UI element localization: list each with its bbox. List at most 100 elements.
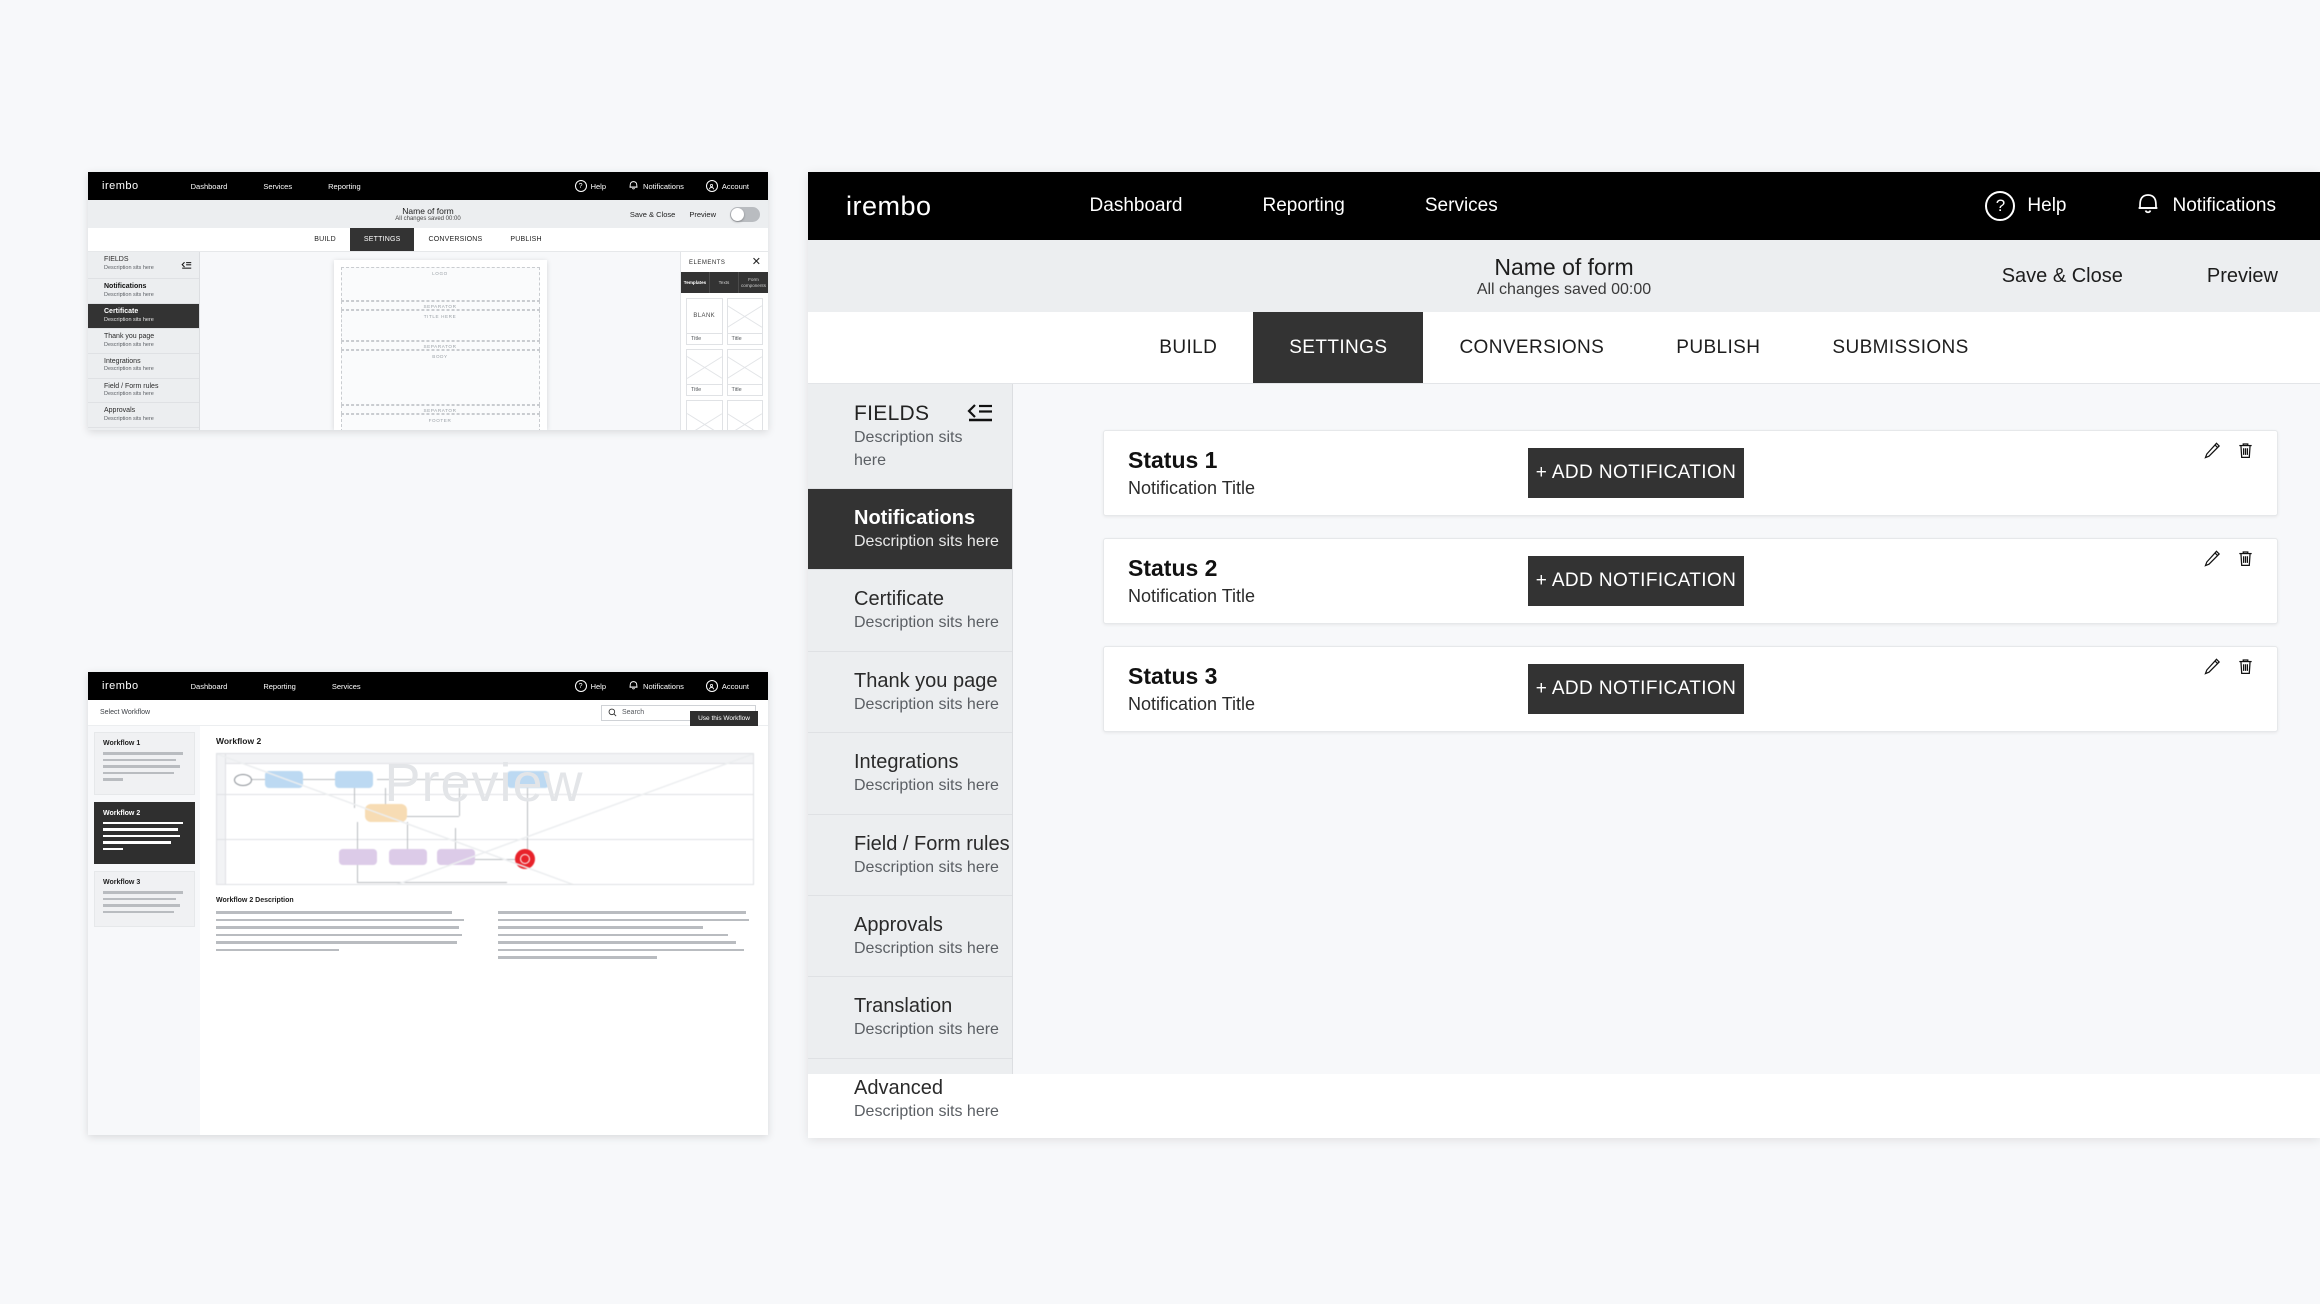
sidebar-item-field-form-rules[interactable]: Field / Form rules Description sits here: [808, 815, 1012, 897]
pencil-icon[interactable]: [2203, 549, 2222, 568]
sidebar-item-fields[interactable]: FIELDS Description sits here: [808, 384, 1012, 490]
preview-button[interactable]: Preview: [2165, 265, 2320, 288]
workflow-list-item[interactable]: Workflow 1: [94, 732, 195, 795]
sidebar-item-desc: Description sits here: [854, 533, 999, 551]
sidebar-item-field-form-rules[interactable]: Field / Form rules Description sits here: [88, 379, 199, 404]
template-card[interactable]: BLANK Title: [686, 298, 723, 345]
help-button[interactable]: ? Help: [1951, 191, 2100, 221]
settings-body: FIELDS Description sits here Notificatio…: [808, 384, 2320, 1120]
sidebar-item-approvals[interactable]: Approvals Description sits here: [808, 896, 1012, 978]
form-actions: Save & Close Preview: [1960, 265, 2320, 288]
nav-link-dashboard[interactable]: Dashboard: [173, 182, 246, 191]
trash-icon[interactable]: [2236, 657, 2255, 676]
template-card[interactable]: Title: [726, 298, 763, 345]
workflow-list-item[interactable]: Workflow 2: [94, 801, 195, 864]
notifications-button[interactable]: Notifications: [2101, 189, 2311, 223]
nav-link-services[interactable]: Services: [245, 182, 310, 191]
template-card[interactable]: Title: [686, 349, 723, 396]
sidebar-item-desc: Description sits here: [104, 291, 154, 298]
nav-link-services[interactable]: Services: [314, 682, 379, 691]
sidebar-item-label: FIELDS: [104, 256, 129, 263]
workflow-list-item[interactable]: Workflow 3: [94, 871, 195, 927]
tab-form-components[interactable]: Form components: [739, 272, 768, 293]
pencil-icon[interactable]: [2203, 657, 2222, 676]
use-this-workflow-button[interactable]: Use this Workflow: [690, 711, 758, 726]
canvas-zone-separator[interactable]: SEPARATOR: [340, 405, 540, 414]
tab-settings[interactable]: SETTINGS: [1253, 312, 1424, 383]
sidebar-item-integrations[interactable]: Integrations Description sits here: [808, 733, 1012, 815]
tab-texts[interactable]: Texts: [710, 272, 739, 293]
add-notification-button[interactable]: + ADD NOTIFICATION: [1528, 448, 1744, 498]
sidebar-item-advanced[interactable]: Advanced Description sits here: [808, 1059, 1012, 1138]
help-button[interactable]: ? Help: [564, 680, 617, 692]
account-button[interactable]: Account: [695, 180, 760, 192]
canvas-zone-separator[interactable]: SEPARATOR: [340, 341, 540, 350]
nav-link-reporting[interactable]: Reporting: [310, 182, 379, 191]
tab-settings[interactable]: SETTINGS: [349, 228, 415, 251]
canvas-zone-title[interactable]: TITLE HERE: [340, 310, 540, 341]
collapse-left-icon[interactable]: [966, 400, 994, 427]
sidebar-item-label: Approvals: [854, 914, 943, 937]
pencil-icon[interactable]: [2203, 441, 2222, 460]
template-thumb: [687, 401, 722, 430]
collapse-left-icon[interactable]: [181, 256, 192, 274]
thumb-body: FIELDS Description sits here Notificatio…: [88, 252, 768, 430]
tab-build[interactable]: BUILD: [1123, 312, 1253, 383]
tab-conversions[interactable]: CONVERSIONS: [1423, 312, 1640, 383]
sidebar-item-integrations[interactable]: Integrations Description sits here: [88, 354, 199, 379]
status-card-text: Status 3 Notification Title: [1128, 662, 1508, 716]
tab-publish[interactable]: PUBLISH: [1640, 312, 1796, 383]
account-button[interactable]: Account: [695, 680, 760, 692]
add-notification-button[interactable]: + ADD NOTIFICATION: [1528, 664, 1744, 714]
tab-submissions[interactable]: SUBMISSIONS: [1796, 312, 2004, 383]
sidebar-item-translation[interactable]: Translation Description sits here: [88, 428, 199, 430]
status-subtitle: Notification Title: [1128, 585, 1256, 606]
sidebar-item-notifications[interactable]: Notifications Description sits here: [808, 489, 1012, 571]
nav-link-dashboard[interactable]: Dashboard: [173, 682, 246, 691]
sidebar-item-thank-you-page[interactable]: Thank you page Description sits here: [88, 329, 199, 354]
canvas-zone-body[interactable]: BODY: [340, 350, 540, 405]
preview-toggle[interactable]: [730, 206, 760, 222]
certificate-canvas[interactable]: LOGO SEPARATOR TITLE HERE SEPARATOR BODY…: [333, 260, 547, 430]
thumb-form-actions: Save & Close Preview: [630, 206, 760, 222]
notifications-button[interactable]: Notifications: [617, 179, 695, 193]
nav-link-reporting[interactable]: Reporting: [245, 682, 314, 691]
nav-link-reporting[interactable]: Reporting: [1222, 195, 1384, 217]
template-caption: Title: [727, 384, 762, 395]
canvas-zone-separator[interactable]: SEPARATOR: [340, 301, 540, 310]
tab-build[interactable]: BUILD: [300, 228, 350, 251]
nav-link-services[interactable]: Services: [1385, 195, 1538, 217]
template-card[interactable]: [686, 400, 723, 430]
trash-icon[interactable]: [2236, 441, 2255, 460]
sidebar-item-desc: Description sits here: [854, 858, 999, 876]
add-notification-button[interactable]: + ADD NOTIFICATION: [1528, 556, 1744, 606]
sidebar-item-translation[interactable]: Translation Description sits here: [808, 977, 1012, 1059]
nav-link-dashboard[interactable]: Dashboard: [1050, 195, 1223, 217]
sidebar-item-notifications[interactable]: Notifications Description sits here: [88, 279, 199, 304]
tab-templates[interactable]: Templates: [681, 272, 710, 293]
sidebar-item-certificate[interactable]: Certificate Description sits here: [808, 570, 1012, 652]
close-icon[interactable]: ✕: [752, 257, 761, 268]
template-card[interactable]: Title: [726, 349, 763, 396]
irembo-logo[interactable]: irembo: [102, 180, 139, 192]
irembo-logo[interactable]: irembo: [102, 680, 139, 692]
save-and-close-button[interactable]: Save & Close: [1960, 265, 2165, 288]
tab-conversions[interactable]: CONVERSIONS: [414, 228, 496, 251]
save-and-close-button[interactable]: Save & Close: [630, 210, 675, 219]
placeholder-lines: [216, 911, 472, 964]
canvas-zone-footer[interactable]: FOOTER: [340, 414, 540, 430]
sidebar-item-certificate[interactable]: Certificate Description sits here: [88, 303, 199, 329]
sidebar-item-label: Field / Form rules: [854, 832, 1010, 855]
thumb-form-tabs: BUILD SETTINGS CONVERSIONS PUBLISH: [88, 228, 768, 252]
sidebar-item-approvals[interactable]: Approvals Description sits here: [88, 403, 199, 429]
sidebar-item-fields[interactable]: FIELDS Description sits here: [88, 252, 199, 279]
account-icon: [705, 680, 718, 692]
notifications-button[interactable]: Notifications: [617, 679, 695, 693]
sidebar-item-thank-you-page[interactable]: Thank you page Description sits here: [808, 652, 1012, 734]
tab-publish[interactable]: PUBLISH: [496, 228, 555, 251]
help-button[interactable]: ? Help: [564, 180, 617, 192]
canvas-zone-logo[interactable]: LOGO: [340, 267, 540, 301]
trash-icon[interactable]: [2236, 549, 2255, 568]
template-card[interactable]: [726, 400, 763, 430]
irembo-logo[interactable]: irembo: [846, 191, 932, 222]
